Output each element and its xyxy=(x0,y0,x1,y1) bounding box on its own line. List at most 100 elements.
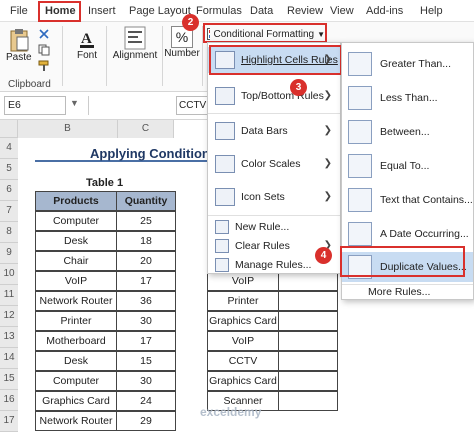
column-header-b[interactable]: B xyxy=(18,120,118,138)
table2-cell-product[interactable]: CCTV xyxy=(207,351,279,371)
submenu-item-greater-than[interactable]: Greater Than... xyxy=(342,49,473,79)
submenu-item-date-occurring[interactable]: A Date Occurring... xyxy=(342,219,473,249)
align-icon xyxy=(124,26,146,50)
table1-cell-quantity[interactable]: 20 xyxy=(116,251,176,271)
tab-help[interactable]: Help xyxy=(420,3,443,19)
table2-cell-product[interactable]: VoIP xyxy=(207,331,279,351)
table1-cell-quantity[interactable]: 36 xyxy=(116,291,176,311)
table1-cell-product[interactable]: Desk xyxy=(35,231,117,251)
submenu-item-text-contains[interactable]: Text that Contains... xyxy=(342,185,473,215)
submenu-item-more-rules[interactable]: More Rules... xyxy=(342,285,473,299)
menu-separator xyxy=(208,215,340,216)
name-box[interactable]: E6 xyxy=(4,96,66,115)
table1-cell-product[interactable]: Graphics Card xyxy=(35,391,117,411)
table1-header-quantity[interactable]: Quantity xyxy=(116,191,176,211)
row-header[interactable]: 7 xyxy=(0,201,18,222)
clipboard-icon xyxy=(10,29,29,52)
row-header[interactable]: 11 xyxy=(0,285,18,306)
formula-input[interactable]: CCTV xyxy=(176,96,208,115)
duplicate-values-highlight xyxy=(340,246,465,277)
table2-cell-product[interactable]: Graphics Card xyxy=(207,371,279,391)
menu-item-color-scales[interactable]: Color Scales ❯ xyxy=(208,151,340,177)
row-header[interactable]: 5 xyxy=(0,159,18,180)
table1-cell-quantity[interactable]: 17 xyxy=(116,271,176,291)
table1-cell-product[interactable]: Computer xyxy=(35,371,117,391)
copy-icon[interactable] xyxy=(38,44,50,56)
table1-cell-quantity[interactable]: 30 xyxy=(116,311,176,331)
select-all-corner[interactable] xyxy=(0,120,18,138)
table1-cell-quantity[interactable]: 24 xyxy=(116,391,176,411)
row-header[interactable]: 9 xyxy=(0,243,18,264)
name-box-dropdown-icon[interactable]: ▼ xyxy=(70,98,79,108)
table1-cell-quantity[interactable]: 17 xyxy=(116,331,176,351)
row-header[interactable]: 12 xyxy=(0,306,18,327)
tab-page-layout[interactable]: Page Layout xyxy=(129,3,191,19)
table2-cell-quantity[interactable] xyxy=(278,311,338,331)
table1-cell-quantity[interactable]: 25 xyxy=(116,211,176,231)
submenu-item-equal-to[interactable]: Equal To... xyxy=(342,151,473,181)
table1-header-products[interactable]: Products xyxy=(35,191,117,211)
table2-cell-quantity[interactable] xyxy=(278,291,338,311)
table2-cell-quantity[interactable] xyxy=(278,351,338,371)
table1-cell-quantity[interactable]: 15 xyxy=(116,351,176,371)
tab-insert[interactable]: Insert xyxy=(88,3,116,19)
table1-cell-product[interactable]: Motherboard xyxy=(35,331,117,351)
group-separator xyxy=(106,26,107,86)
row-header[interactable]: 16 xyxy=(0,390,18,411)
column-header-c[interactable]: C xyxy=(118,120,174,138)
paste-button[interactable]: Paste xyxy=(6,28,32,63)
row-header[interactable]: 15 xyxy=(0,369,18,390)
menu-separator xyxy=(208,113,340,114)
table1-cell-product[interactable]: Network Router xyxy=(35,411,117,431)
row-header[interactable]: 17 xyxy=(0,411,18,432)
submenu-item-between[interactable]: Between... xyxy=(342,117,473,147)
tab-view[interactable]: View xyxy=(330,3,354,19)
row-header[interactable]: 4 xyxy=(0,138,18,159)
new-rule-icon xyxy=(215,220,229,234)
cut-icon[interactable] xyxy=(38,28,50,40)
table1-cell-product[interactable]: VoIP xyxy=(35,271,117,291)
menu-item-new-rule[interactable]: New Rule... xyxy=(208,217,340,237)
row-header[interactable]: 13 xyxy=(0,327,18,348)
submenu-item-less-than[interactable]: Less Than... xyxy=(342,83,473,113)
table2-cell-quantity[interactable] xyxy=(278,391,338,411)
menu-item-data-bars[interactable]: Data Bars ❯ xyxy=(208,118,340,144)
font-button[interactable]: A Font xyxy=(70,26,104,61)
menu-item-top-bottom-rules[interactable]: Top/Bottom Rules ❯ xyxy=(208,83,340,109)
tab-formulas[interactable]: Formulas xyxy=(196,3,242,19)
table1-cell-product[interactable]: Chair xyxy=(35,251,117,271)
managerules-label: Manage Rules... xyxy=(235,259,312,271)
font-icon: A xyxy=(80,31,94,48)
number-label: Number xyxy=(164,48,200,59)
alignment-button[interactable]: Alignment xyxy=(110,26,160,61)
newrule-label: New Rule... xyxy=(235,221,290,233)
menu-item-icon-sets[interactable]: Icon Sets ❯ xyxy=(208,184,340,210)
table2-cell-quantity[interactable] xyxy=(278,331,338,351)
table1-cell-quantity[interactable]: 30 xyxy=(116,371,176,391)
conditional-formatting-highlight xyxy=(203,23,327,43)
topbottom-label: Top/Bottom Rules xyxy=(241,90,324,102)
table2-cell-product[interactable]: Graphics Card xyxy=(207,311,279,331)
row-header[interactable]: 8 xyxy=(0,222,18,243)
format-painter-icon[interactable] xyxy=(38,60,50,72)
table1-cell-product[interactable]: Desk xyxy=(35,351,117,371)
manage-rules-icon xyxy=(215,258,229,272)
tab-data[interactable]: Data xyxy=(250,3,273,19)
tab-addins[interactable]: Add-ins xyxy=(366,3,403,19)
row-header[interactable]: 14 xyxy=(0,348,18,369)
table2-cell-quantity[interactable] xyxy=(278,371,338,391)
table1-cell-quantity[interactable]: 29 xyxy=(116,411,176,431)
between-icon xyxy=(348,120,372,144)
row-header[interactable]: 10 xyxy=(0,264,18,285)
tab-file[interactable]: File xyxy=(10,3,28,19)
table2-cell-product[interactable]: Printer xyxy=(207,291,279,311)
table1-cell-product[interactable]: Network Router xyxy=(35,291,117,311)
row-header[interactable]: 6 xyxy=(0,180,18,201)
clipboard-group-label: Clipboard xyxy=(8,79,51,90)
table1-cell-product[interactable]: Computer xyxy=(35,211,117,231)
table1-cell-product[interactable]: Printer xyxy=(35,311,117,331)
table1-cell-quantity[interactable]: 18 xyxy=(116,231,176,251)
number-button[interactable]: % Number xyxy=(164,26,200,59)
top-bottom-icon xyxy=(215,87,235,105)
tab-review[interactable]: Review xyxy=(287,3,323,19)
